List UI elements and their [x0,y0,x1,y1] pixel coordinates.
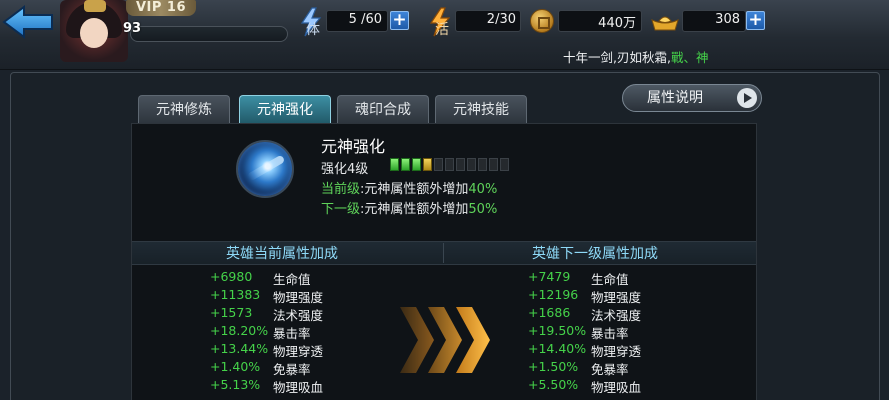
stat-name: 物理穿透 [591,344,642,359]
exp-bar [130,26,288,42]
current-stat-row: +13.44% 物理穿透 [210,341,363,359]
upgrade-arrows-icon [400,307,490,373]
level-pip [489,158,498,171]
header-divider [443,243,444,263]
next-stat-row: +5.50% 物理吸血 [528,377,681,395]
current-stat-row: +5.13% 物理吸血 [210,377,363,395]
add-stamina-button[interactable]: + [390,11,409,30]
stat-name: 生命值 [591,272,629,287]
stat-value: +11383 [210,287,261,302]
level-pip [423,158,432,171]
level-pip [456,158,465,171]
back-arrow-icon[interactable] [2,4,56,40]
skill-title: 元神强化 [321,137,386,156]
stat-name: 物理强度 [273,290,324,305]
tab-spirit-cultivate[interactable]: 元神修炼 [138,95,230,125]
current-stat-row: +11383 物理强度 [210,287,363,305]
player-level: 93 [123,21,142,36]
level-pip [412,158,421,171]
level-progress [390,158,509,171]
stat-value: +1.40% [210,359,261,374]
tab-spirit-enhance[interactable]: 元神强化 [239,95,331,125]
next-stat-row: +14.40% 物理穿透 [528,341,681,359]
coin-value: 440万 [598,16,636,31]
level-pip [390,158,399,171]
stamina-resource: 体 5 /60 + [296,7,414,38]
next-stat-row: +7479 生命值 [528,269,681,287]
level-pip [478,158,487,171]
next-stat-row: +1.50% 免暴率 [528,359,681,377]
energy-value: 2/30 [486,12,516,27]
tab-spirit-skill[interactable]: 元神技能 [435,95,527,125]
stat-value: +7479 [528,269,571,284]
stamina-label: 体 [306,22,320,38]
next-stat-row: +19.50% 暴击率 [528,323,681,341]
stat-value: +1.50% [528,359,579,374]
stat-value: +6980 [210,269,253,284]
next-stat-row: +1686 法术强度 [528,305,681,323]
current-stat-row: +18.20% 暴击率 [210,323,363,341]
current-level-line: 当前级:元神属性额外增加40% [321,182,498,197]
stat-value: +1573 [210,305,253,320]
stat-name: 物理吸血 [273,380,324,395]
stat-value: +5.13% [210,377,261,392]
play-arrow-icon [737,88,757,108]
next-stat-row: +12196 物理强度 [528,287,681,305]
level-pip [445,158,454,171]
scroll-ticker: 十年一剑,刃如秋霜,戰、神 [563,47,708,66]
level-pip [401,158,410,171]
energy-resource: 活 2/30 [425,7,525,38]
gold-value: 308 [715,12,740,27]
stat-name: 免暴率 [273,362,311,377]
level-pip [467,158,476,171]
current-stat-row: +1.40% 免暴率 [210,359,363,377]
tab-soul-seal-merge[interactable]: 魂印合成 [337,95,429,125]
current-stat-row: +1573 法术强度 [210,305,363,323]
hero-portrait[interactable] [60,0,128,62]
stat-name: 暴击率 [591,326,629,341]
stat-value: +5.50% [528,377,579,392]
current-stats-header: 英雄当前属性加成 [226,246,338,262]
stat-name: 物理强度 [591,290,642,305]
stat-name: 法术强度 [273,308,324,323]
level-pip [434,158,443,171]
add-gold-button[interactable]: + [746,11,765,30]
stat-name: 生命值 [273,272,311,287]
stat-value: +13.44% [210,341,269,356]
stat-value: +19.50% [528,323,587,338]
stat-value: +1686 [528,305,571,320]
attribute-info-label: 属性说明 [647,90,703,106]
ticker-green-text: 戰、神 [670,50,709,65]
stat-name: 物理吸血 [591,380,642,395]
stat-name: 法术强度 [591,308,642,323]
gold-resource: 308 + [650,8,766,34]
spirit-orb-icon [236,140,294,198]
current-stat-row: +6980 生命值 [210,269,363,287]
ticker-text: 十年一剑,刃如秋霜, [563,50,671,65]
stamina-value: 5 /60 [348,12,382,27]
energy-label: 活 [435,22,449,38]
attribute-info-button[interactable]: 属性说明 [622,84,762,112]
stat-name: 免暴率 [591,362,629,377]
level-pip [500,158,509,171]
stat-value: +14.40% [528,341,587,356]
stat-name: 物理穿透 [273,344,324,359]
next-level-line: 下一级:元神属性额外增加50% [321,202,498,217]
vip-badge[interactable]: VIP 16 [126,0,196,16]
coin-resource: 440万 [530,8,642,34]
next-stats-header: 英雄下一级属性加成 [532,246,658,262]
gold-ingot-icon [651,16,679,31]
copper-coin-icon [530,9,554,33]
stat-value: +18.20% [210,323,269,338]
stat-value: +12196 [528,287,579,302]
skill-level: 强化4级 [321,162,369,177]
stat-name: 暴击率 [273,326,311,341]
